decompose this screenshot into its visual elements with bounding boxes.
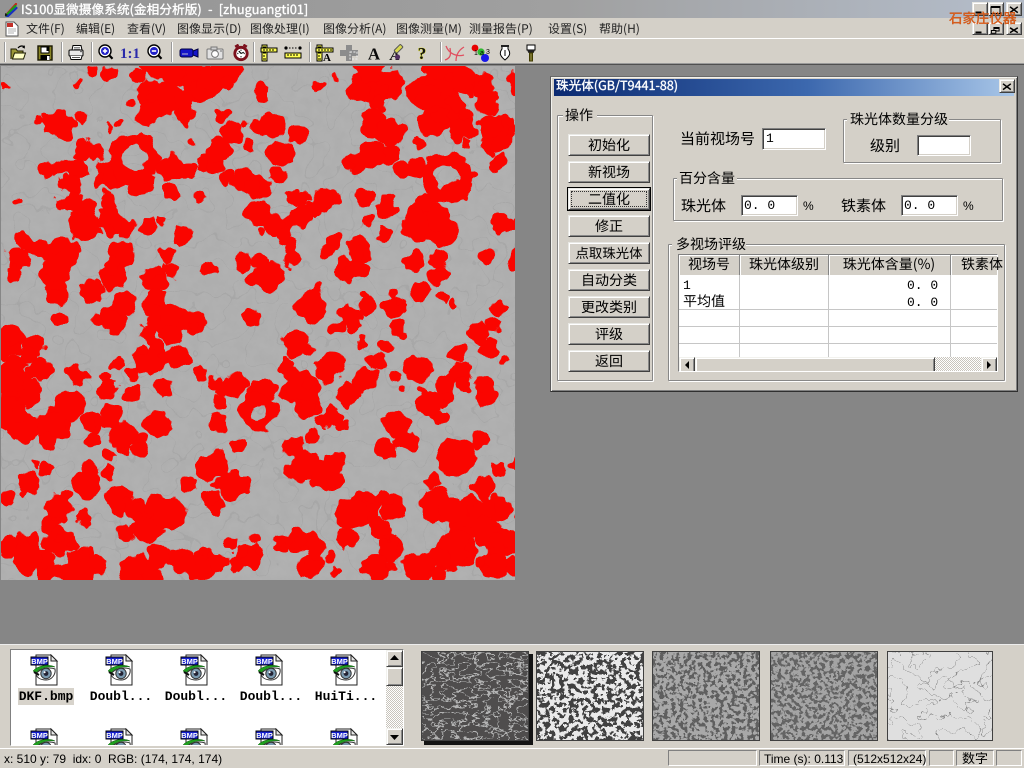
svg-text:BMP: BMP [31,731,48,740]
svg-text:a: a [480,50,484,57]
svg-text:A: A [323,52,331,62]
svg-text:1:1: 1:1 [120,46,140,62]
svg-text:A: A [368,45,381,63]
svg-text:?: ? [418,44,427,62]
svg-text:BMP: BMP [331,657,348,666]
svg-text:BMP: BMP [256,731,273,740]
svg-text:BMP: BMP [106,731,123,740]
svg-text:3: 3 [486,49,490,56]
svg-text:BMP: BMP [181,657,198,666]
svg-text:BMP: BMP [181,731,198,740]
svg-text:BMP: BMP [31,657,48,666]
svg-text:1: 1 [474,50,478,57]
svg-text:BMP: BMP [331,731,348,740]
svg-text:BMP: BMP [256,657,273,666]
svg-text:BMP: BMP [106,657,123,666]
